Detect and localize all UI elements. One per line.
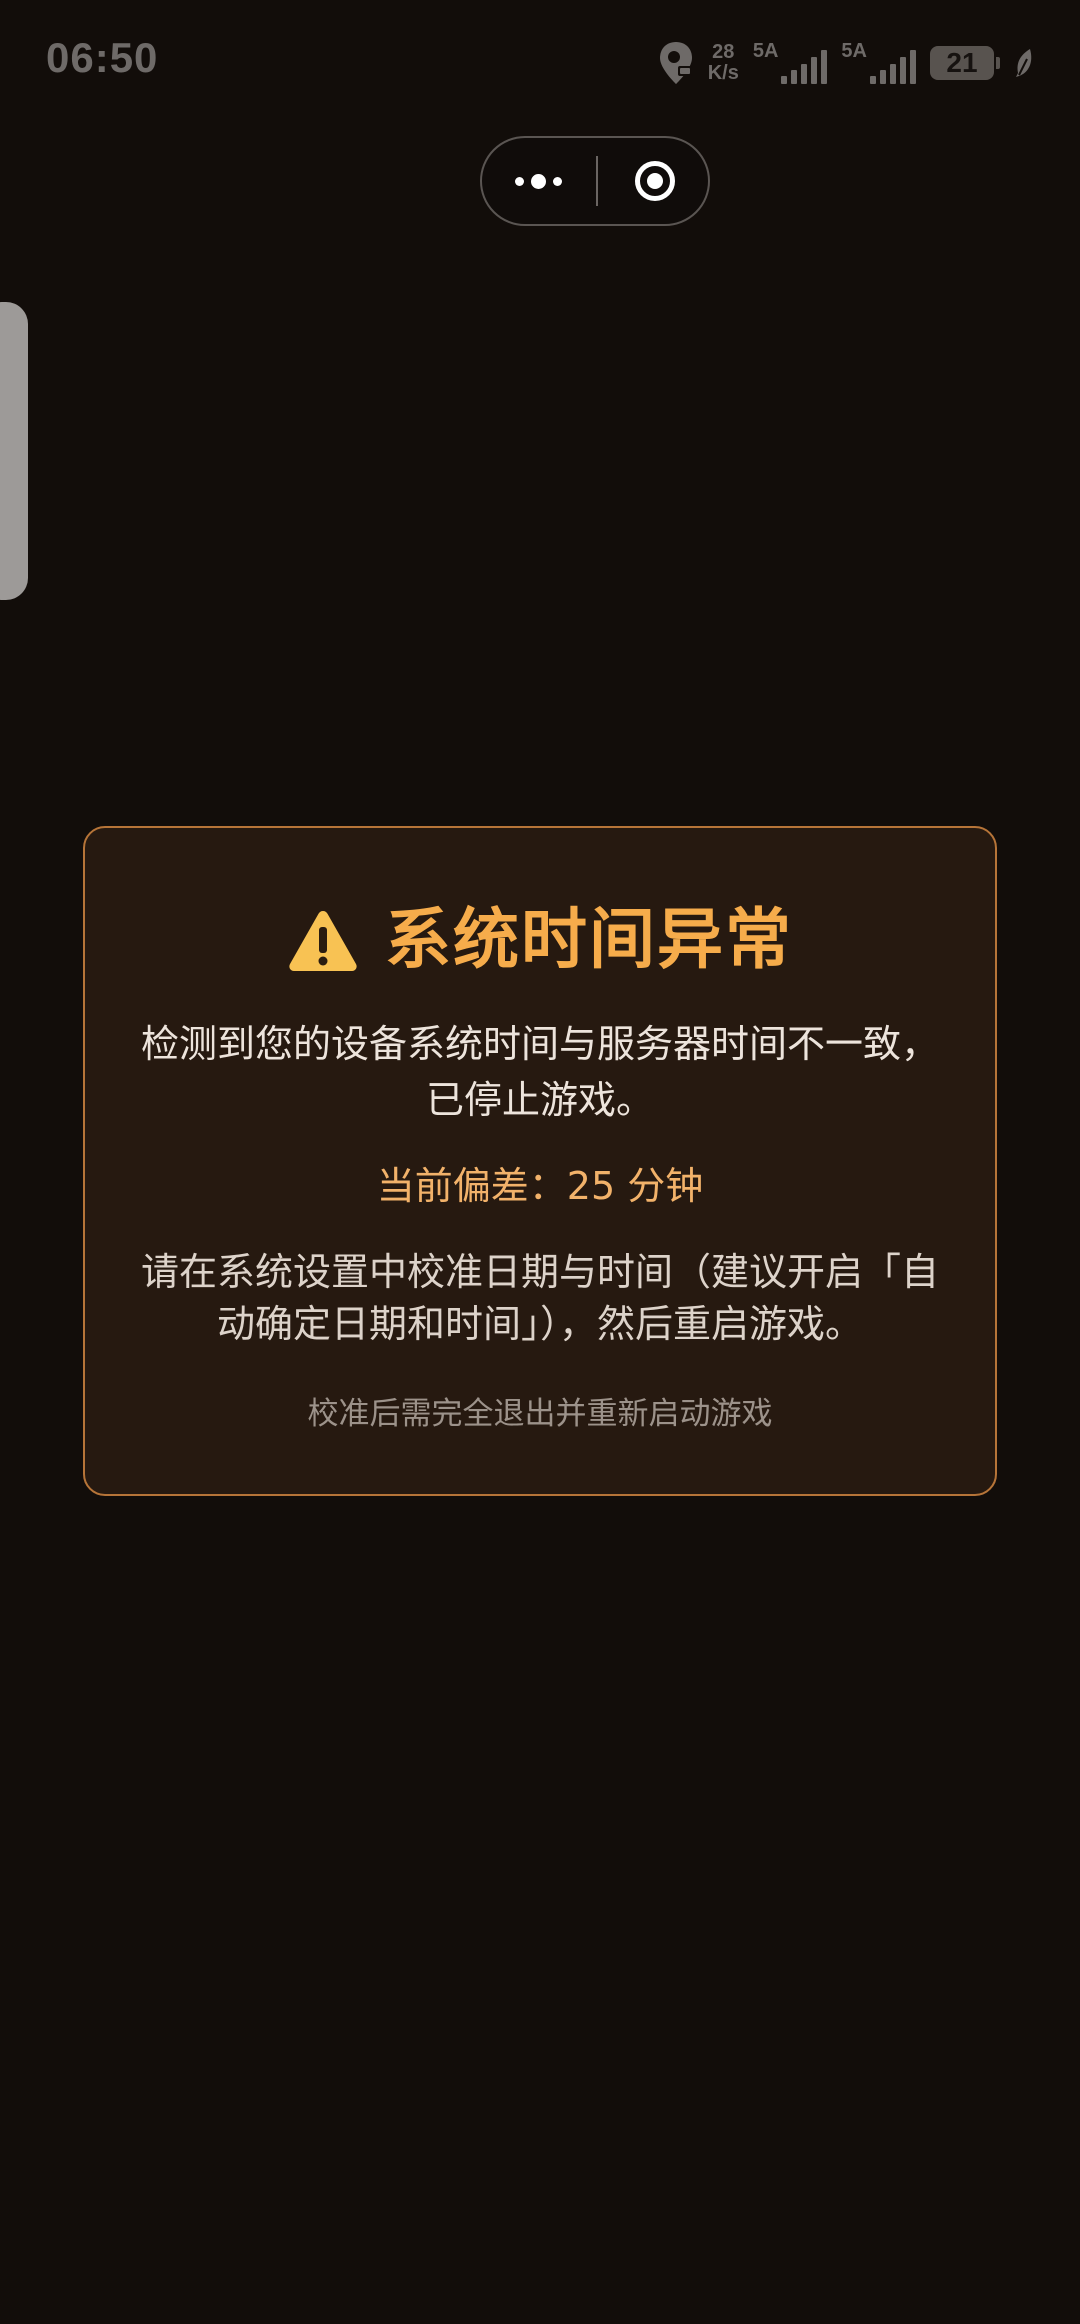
warning-icon <box>289 911 357 971</box>
network-speed: 28 K/s <box>708 42 739 84</box>
close-button[interactable] <box>600 138 710 224</box>
dialog-note: 校准后需完全退出并重新启动游戏 <box>307 1396 773 1432</box>
screen: 06:50 28 K/s 5A 5A 21 系统时间异常 检测到您的设备系统时间… <box>0 0 1080 2324</box>
battery-level: 21 <box>930 46 994 80</box>
sim2-label: 5A <box>841 40 867 62</box>
status-icons: 28 K/s 5A 5A 21 <box>658 40 1036 86</box>
network-speed-unit: K/s <box>707 62 739 84</box>
signal-icon <box>870 48 916 84</box>
time-error-dialog: 系统时间异常 检测到您的设备系统时间与服务器时间不一致，已停止游戏。 当前偏差：… <box>83 826 997 1496</box>
time-difference: 当前偏差：25 分钟 <box>85 1162 995 1210</box>
sim1-label: 5A <box>752 40 779 62</box>
more-button[interactable] <box>482 138 594 224</box>
signal-icon <box>781 48 828 84</box>
leaf-icon <box>1016 49 1032 77</box>
mini-program-capsule <box>480 136 710 226</box>
close-target-icon <box>635 161 675 201</box>
dialog-instruction: 请在系统设置中校准日期与时间（建议开启「自动确定日期和时间」），然后重启游戏。 <box>140 1250 939 1346</box>
network-speed-value: 28 <box>712 41 735 63</box>
status-time: 06:50 <box>46 34 159 81</box>
sim2-signal: 5A <box>841 40 916 84</box>
battery-icon: 21 <box>930 46 1000 80</box>
location-pin-icon <box>659 42 692 84</box>
side-drawer-handle[interactable] <box>0 302 28 600</box>
time-difference-label: 当前偏差： <box>376 1164 567 1208</box>
dialog-title: 系统时间异常 <box>385 901 793 978</box>
capsule-divider <box>596 156 598 206</box>
time-difference-value: 25 分钟 <box>566 1164 704 1208</box>
sim1-signal: 5A <box>752 40 828 84</box>
dialog-description: 检测到您的设备系统时间与服务器时间不一致，已停止游戏。 <box>140 1022 939 1122</box>
more-dots-icon <box>514 176 524 186</box>
dialog-header: 系统时间异常 <box>85 900 995 980</box>
